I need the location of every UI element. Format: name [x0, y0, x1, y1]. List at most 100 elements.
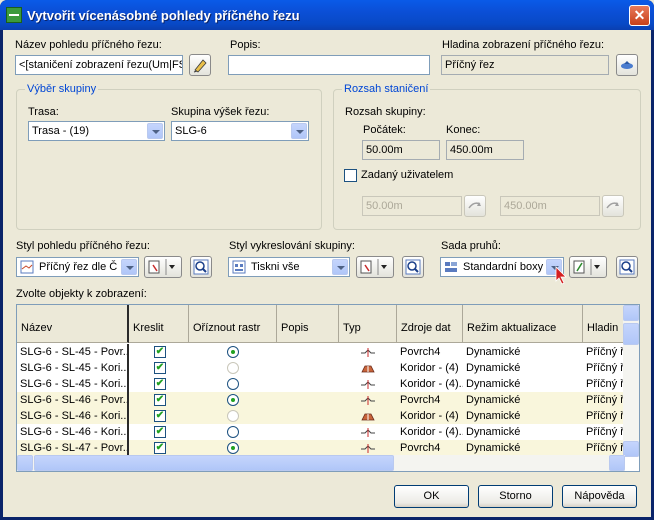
- band-set-preview-button[interactable]: [616, 256, 638, 278]
- row-source: Povrch4: [400, 394, 441, 406]
- alignment-label: Trasa:: [28, 106, 59, 118]
- plot-style-value: Tiskni vše: [251, 261, 300, 273]
- row-layer: Příčný ř: [586, 426, 624, 438]
- row-update-mode: Dynamické: [466, 410, 521, 422]
- cancel-button[interactable]: Storno: [478, 485, 553, 508]
- pick-end-button[interactable]: [602, 195, 624, 217]
- clip-radio[interactable]: [227, 394, 239, 406]
- clip-radio[interactable]: [227, 378, 239, 390]
- row-update-mode: Dynamické: [466, 426, 521, 438]
- table-row[interactable]: SLG-6 - SL-46 - Povr... ✔ Povrch4 Dynamické…: [17, 392, 625, 408]
- scroll-down-icon[interactable]: [623, 441, 639, 457]
- scroll-right-icon[interactable]: [609, 455, 625, 471]
- clip-radio[interactable]: [227, 426, 239, 438]
- sample-group-select[interactable]: SLG-6: [171, 121, 309, 141]
- draw-checkbox[interactable]: ✔: [154, 442, 166, 454]
- name-input[interactable]: <[staničení zobrazení řezu(Um|FS|: [15, 55, 183, 75]
- clip-radio[interactable]: [227, 346, 239, 358]
- row-update-mode: Dynamické: [466, 378, 521, 390]
- view-style-preview-button[interactable]: [190, 256, 212, 278]
- clip-radio[interactable]: [227, 410, 239, 422]
- draw-checkbox[interactable]: ✔: [154, 346, 166, 358]
- layer-icon: [621, 61, 633, 69]
- column-header-update-mode[interactable]: Režim aktualizace: [463, 305, 583, 343]
- magnifier-icon: [619, 259, 635, 275]
- draw-checkbox[interactable]: ✔: [154, 426, 166, 438]
- horizontal-scrollbar[interactable]: [17, 455, 625, 471]
- user-end-input[interactable]: 450.00m: [500, 196, 600, 216]
- plot-style-edit-button[interactable]: [356, 256, 394, 278]
- clip-radio[interactable]: [227, 362, 239, 374]
- row-source: Povrch4: [400, 442, 441, 454]
- band-set-select[interactable]: Standardní boxy: [440, 257, 564, 277]
- draw-checkbox[interactable]: ✔: [154, 362, 166, 374]
- table-row[interactable]: SLG-6 - SL-46 - Kori... ✔ Koridor - (4) Dyn…: [17, 408, 625, 424]
- scroll-up-icon[interactable]: [623, 305, 639, 321]
- row-layer: Příčný ř: [586, 362, 624, 374]
- band-set-edit-button[interactable]: [569, 256, 607, 278]
- chevron-down-icon[interactable]: [291, 123, 307, 139]
- scroll-thumb-horizontal[interactable]: [34, 455, 394, 471]
- table-row[interactable]: SLG-6 - SL-46 - Kori... ✔ Koridor - (4)...…: [17, 424, 625, 440]
- view-style-label: Styl pohledu příčného řezu:: [16, 240, 150, 252]
- chevron-down-icon[interactable]: [332, 259, 348, 275]
- magnifier-icon: [405, 259, 421, 275]
- column-header-clip[interactable]: Oříznout rastr: [189, 305, 277, 343]
- description-input[interactable]: [228, 55, 430, 75]
- surface-icon: [361, 380, 375, 389]
- row-description: [277, 392, 339, 408]
- chevron-down-icon[interactable]: [147, 123, 163, 139]
- plot-style-label: Styl vykreslování skupiny:: [229, 240, 355, 252]
- style-edit-icon: [573, 259, 600, 275]
- style-edit-icon: [360, 259, 387, 275]
- column-header-layer[interactable]: Hladin: [583, 305, 625, 343]
- layer-select-button[interactable]: [616, 54, 638, 76]
- draw-checkbox[interactable]: ✔: [154, 394, 166, 406]
- ok-button[interactable]: OK: [394, 485, 469, 508]
- column-header-source[interactable]: Zdroje dat: [397, 305, 463, 343]
- table-row[interactable]: SLG-6 - SL-47 - Povr... ✔ Povrch4 Dynamické…: [17, 440, 625, 456]
- alignment-select[interactable]: Trasa - (19): [28, 121, 165, 141]
- plot-style-select[interactable]: Tiskni vše: [228, 257, 350, 277]
- view-style-select[interactable]: Příčný řez dle Č: [16, 257, 139, 277]
- row-update-mode: Dynamické: [466, 346, 521, 358]
- row-description: [277, 360, 339, 376]
- chevron-down-icon[interactable]: [121, 259, 137, 275]
- user-defined-checkbox[interactable]: [344, 169, 357, 182]
- column-header-name[interactable]: Název: [17, 305, 129, 343]
- corridor-icon: [361, 413, 375, 421]
- table-row[interactable]: SLG-6 - SL-45 - Kori... ✔ Koridor - (4) Dyn…: [17, 360, 625, 376]
- table-row[interactable]: SLG-6 - SL-45 - Kori... ✔ Koridor - (4)...…: [17, 376, 625, 392]
- view-style-value: Příčný řez dle Č: [39, 261, 118, 273]
- close-button[interactable]: ✕: [629, 5, 650, 26]
- row-name: SLG-6 - SL-45 - Kori...: [17, 360, 129, 376]
- scroll-thumb[interactable]: [623, 323, 639, 345]
- table-row[interactable]: SLG-6 - SL-45 - Povr... ✔ Povrch4 Dynamické…: [17, 344, 625, 360]
- window-title: Vytvořit vícenásobné pohledy příčného ře…: [27, 8, 300, 23]
- row-source: Koridor - (4): [400, 410, 459, 422]
- vertical-scrollbar[interactable]: [623, 305, 639, 457]
- plot-style-preview-button[interactable]: [402, 256, 424, 278]
- column-header-draw[interactable]: Kreslit: [129, 305, 189, 343]
- row-name: SLG-6 - SL-46 - Kori...: [17, 424, 129, 440]
- edit-name-button[interactable]: [189, 54, 211, 76]
- surface-icon: [361, 348, 375, 357]
- help-button[interactable]: Nápověda: [562, 485, 637, 508]
- user-start-input[interactable]: 50.00m: [362, 196, 462, 216]
- layer-label: Hladina zobrazení příčného řezu:: [442, 39, 605, 51]
- row-name: SLG-6 - SL-45 - Povr...: [17, 344, 129, 360]
- row-layer: Příčný ř: [586, 394, 624, 406]
- clip-radio[interactable]: [227, 442, 239, 454]
- row-name: SLG-6 - SL-46 - Kori...: [17, 408, 129, 424]
- pick-start-button[interactable]: [464, 195, 486, 217]
- row-source: Koridor - (4): [400, 362, 459, 374]
- column-header-type[interactable]: Typ: [339, 305, 397, 343]
- draw-checkbox[interactable]: ✔: [154, 378, 166, 390]
- user-defined-label: Zadaný uživatelem: [361, 169, 454, 181]
- draw-checkbox[interactable]: ✔: [154, 410, 166, 422]
- row-source: Koridor - (4)...: [400, 378, 463, 390]
- scroll-left-icon[interactable]: [17, 455, 33, 471]
- column-header-description[interactable]: Popis: [277, 305, 339, 343]
- group-selection-title: Výběr skupiny: [25, 83, 99, 95]
- view-style-edit-button[interactable]: [144, 256, 182, 278]
